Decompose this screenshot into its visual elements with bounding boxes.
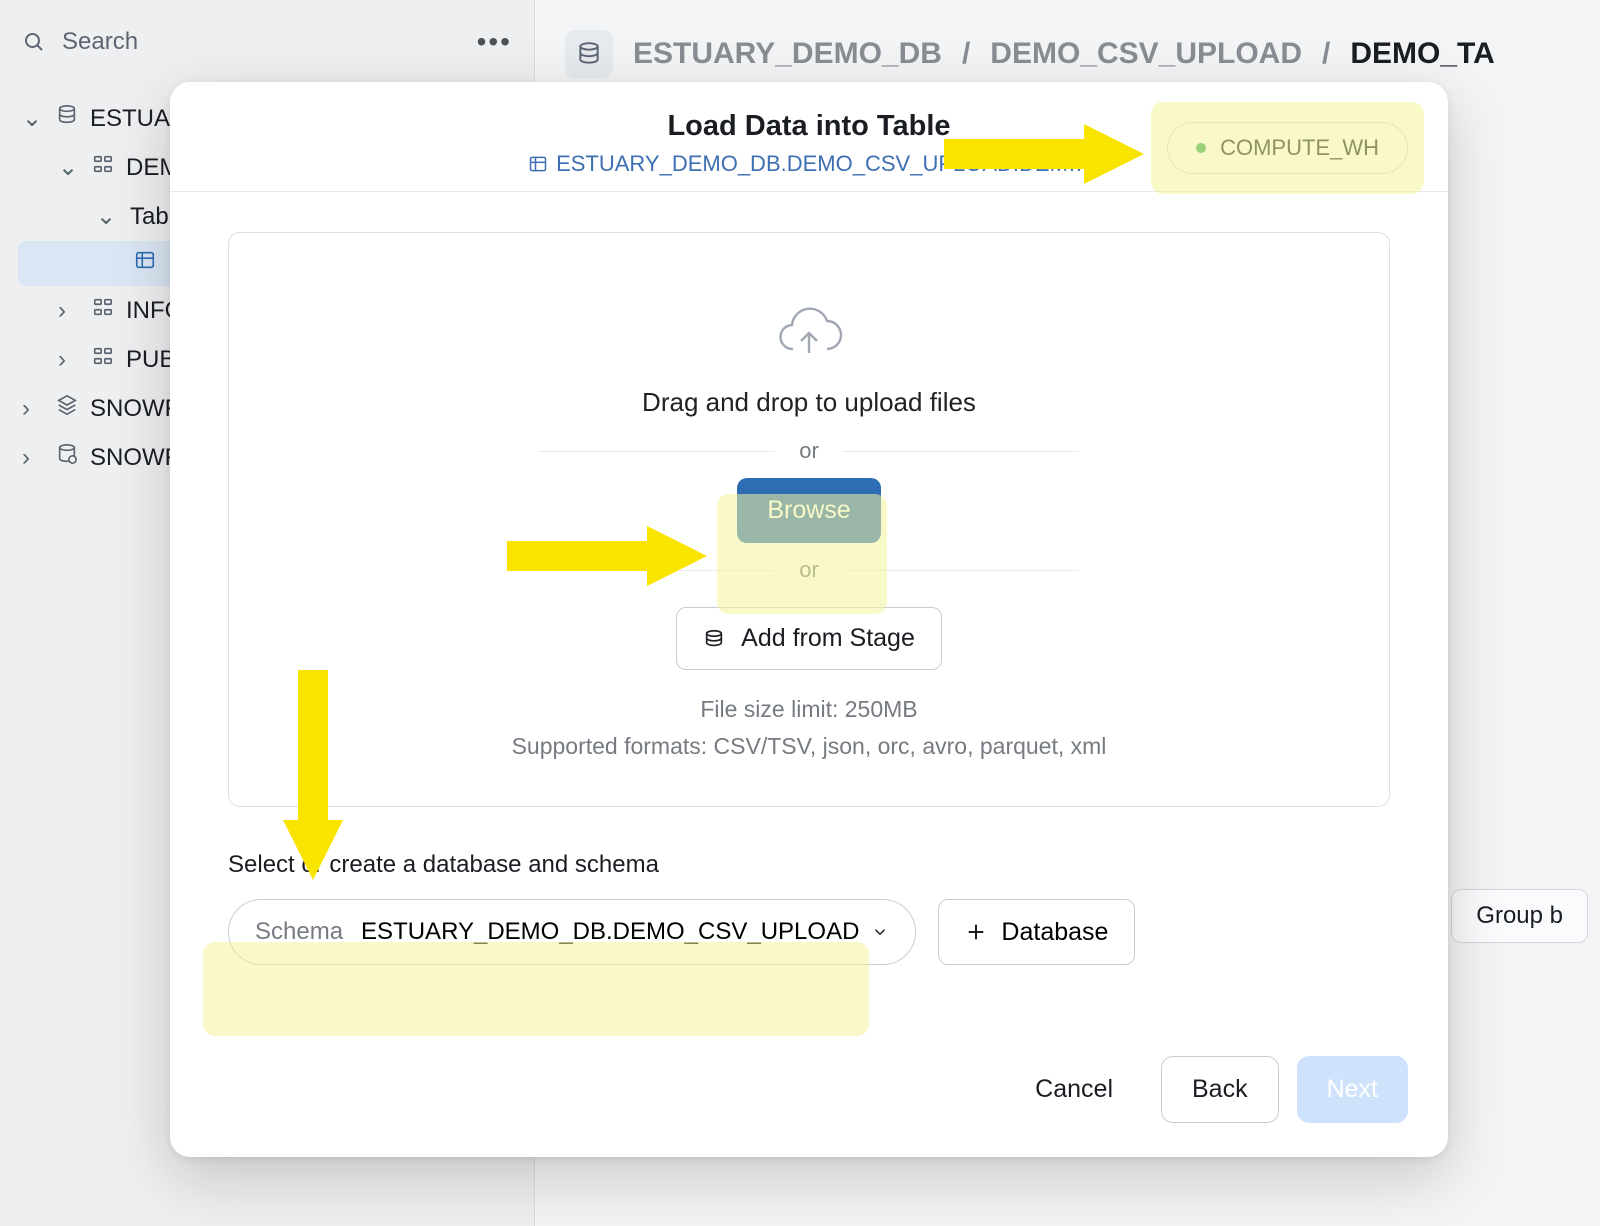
share-db-icon [56,443,78,472]
modal-header: Load Data into Table ESTUARY_DEMO_DB.DEM… [170,82,1448,192]
schema-icon [92,296,114,325]
chevron-right-icon: › [58,346,80,374]
search-placeholder: Search [62,28,138,56]
more-icon[interactable]: ••• [477,26,512,58]
share-icon [56,394,78,423]
add-from-stage-button[interactable]: Add from Stage [676,607,942,670]
warehouse-selector[interactable]: COMPUTE_WH [1167,122,1408,174]
plus-icon [965,921,987,943]
cloud-upload-icon [773,305,845,365]
chevron-down-icon [871,923,889,941]
status-dot-icon [1196,143,1206,153]
cancel-button[interactable]: Cancel [1005,1056,1143,1123]
database-icon [56,104,78,133]
chevron-right-icon: › [58,297,80,325]
file-size-hint: File size limit: 250MB [269,696,1349,723]
chevron-down-icon: ⌄ [22,104,44,133]
chevron-right-icon: › [22,444,44,472]
back-button[interactable]: Back [1161,1056,1279,1123]
next-button[interactable]: Next [1297,1056,1408,1123]
browse-button[interactable]: Browse [737,478,880,543]
database-icon [565,30,613,78]
breadcrumb: ESTUARY_DEMO_DB / DEMO_CSV_UPLOAD / DEMO… [565,30,1570,78]
formats-hint: Supported formats: CSV/TSV, json, orc, a… [269,733,1349,760]
stage-icon [703,628,725,650]
groupby-button[interactable]: Group b [1451,889,1588,943]
add-database-button[interactable]: Database [938,899,1135,965]
table-icon [134,249,156,278]
modal-body: Drag and drop to upload files or Browse … [170,192,1448,1028]
schema-selector[interactable]: Schema ESTUARY_DEMO_DB.DEMO_CSV_UPLOAD [228,899,916,965]
divider: or [539,557,1079,583]
divider: or [539,438,1079,464]
search-icon [22,30,46,54]
dropzone-text: Drag and drop to upload files [269,387,1349,418]
table-icon [528,154,548,174]
schema-icon [92,153,114,182]
chevron-down-icon: ⌄ [96,202,118,231]
file-dropzone[interactable]: Drag and drop to upload files or Browse … [228,232,1390,807]
search-input[interactable]: Search [22,28,138,56]
chevron-down-icon: ⌄ [58,153,80,182]
modal-footer: Cancel Back Next [170,1028,1448,1157]
chevron-right-icon: › [22,395,44,423]
schema-section-heading: Select or create a database and schema [228,851,1390,879]
load-data-modal: Load Data into Table ESTUARY_DEMO_DB.DEM… [170,82,1448,1157]
schema-icon [92,345,114,374]
